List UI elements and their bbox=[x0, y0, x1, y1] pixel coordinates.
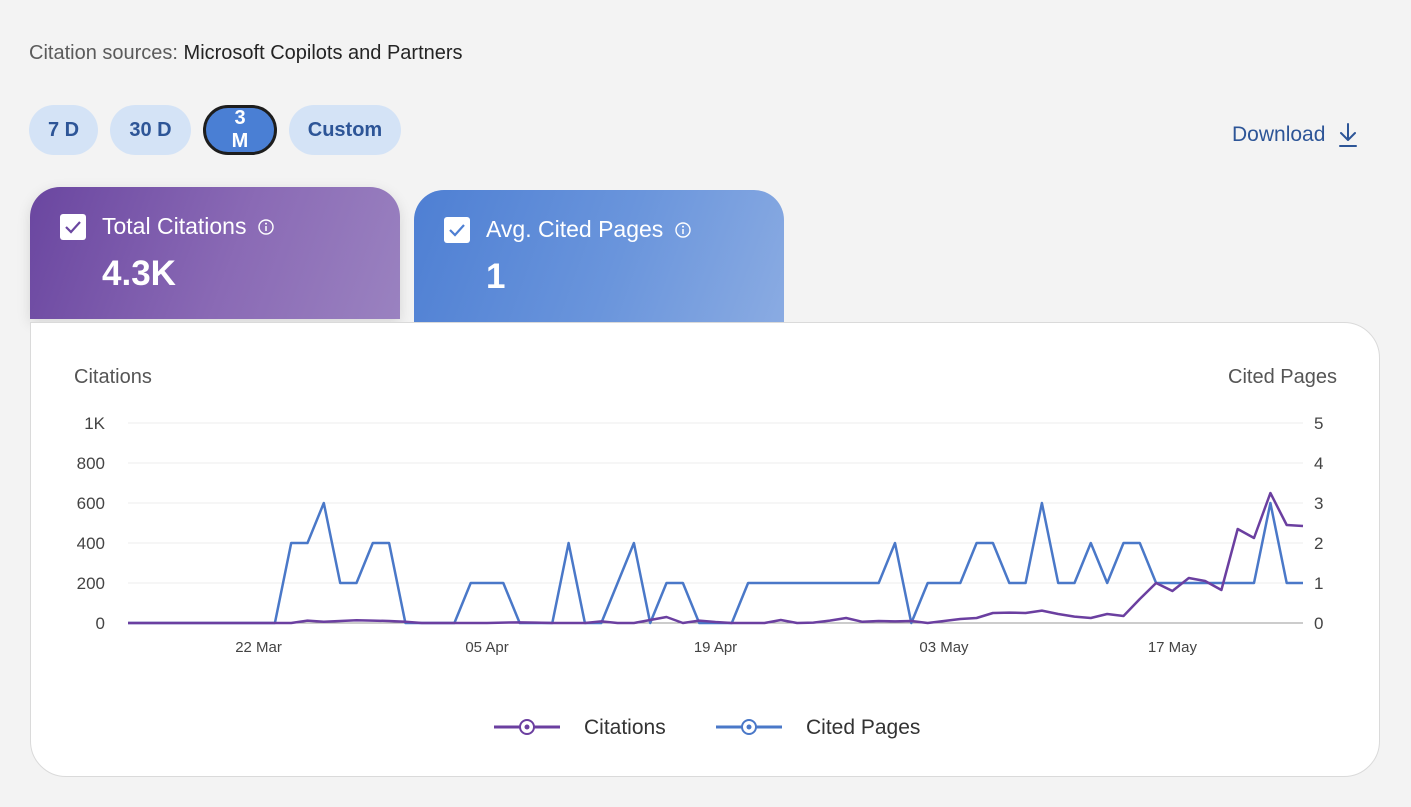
legend-citations[interactable]: Citations bbox=[494, 716, 666, 739]
x-tick-label: 19 Apr bbox=[694, 639, 737, 656]
chart-panel: Citations Cited Pages 0 200 400 600 800 1K 0 1… bbox=[30, 322, 1380, 777]
legend-label: Citations bbox=[584, 716, 666, 739]
date-range-selector: 7 D 30 D 3 M Custom bbox=[29, 105, 401, 155]
download-label: Download bbox=[1232, 123, 1326, 146]
chart-legend: Citations Cited Pages bbox=[494, 716, 920, 739]
download-icon bbox=[1339, 123, 1358, 147]
left-tick-label: 400 bbox=[77, 534, 105, 553]
legend-marker-dot bbox=[524, 724, 530, 730]
citation-sources: Citation sources: Microsoft Copilots and… bbox=[29, 42, 463, 65]
range-custom-button[interactable]: Custom bbox=[289, 105, 401, 155]
citation-sources-value: Microsoft Copilots and Partners bbox=[183, 42, 463, 64]
right-tick-label: 0 bbox=[1314, 614, 1323, 633]
left-tick-label: 600 bbox=[77, 494, 105, 513]
total-citations-checkbox[interactable] bbox=[60, 213, 86, 240]
avg-cited-pages-value: 1 bbox=[486, 257, 506, 296]
range-3m-button[interactable]: 3 M bbox=[203, 105, 277, 155]
x-tick-label: 17 May bbox=[1148, 639, 1198, 656]
total-citations-label: Total Citations bbox=[102, 213, 247, 239]
legend-cited-pages[interactable]: Cited Pages bbox=[716, 716, 920, 739]
info-icon[interactable] bbox=[258, 218, 275, 235]
right-tick-label: 2 bbox=[1314, 534, 1323, 553]
total-citations-value: 4.3K bbox=[102, 254, 176, 293]
avg-cited-pages-checkbox[interactable] bbox=[444, 216, 470, 243]
x-tick-label: 22 Mar bbox=[235, 639, 282, 656]
citation-sources-label: Citation sources: bbox=[29, 42, 178, 64]
left-axis-title: Citations bbox=[74, 366, 152, 388]
info-icon[interactable] bbox=[675, 221, 691, 238]
left-tick-label: 1K bbox=[84, 414, 105, 433]
x-tick-label: 05 Apr bbox=[465, 639, 508, 656]
left-tick-label: 200 bbox=[77, 574, 105, 593]
citations-chart: Citations Cited Pages 0 200 400 600 800 1K 0 1… bbox=[74, 366, 1337, 739]
total-citations-card[interactable]: Total Citations 4.3K bbox=[30, 187, 400, 319]
check-icon bbox=[449, 223, 465, 237]
x-tick-label: 03 May bbox=[919, 639, 969, 656]
check-icon bbox=[65, 220, 81, 234]
range-30d-button[interactable]: 30 D bbox=[110, 105, 191, 155]
legend-label: Cited Pages bbox=[806, 716, 920, 739]
citations-series-line bbox=[128, 491, 1304, 625]
right-tick-label: 3 bbox=[1314, 494, 1323, 513]
download-button[interactable]: Download bbox=[1232, 122, 1358, 148]
avg-cited-pages-card[interactable]: Avg. Cited Pages 1 bbox=[414, 190, 784, 322]
right-tick-label: 5 bbox=[1314, 414, 1323, 433]
legend-marker-dot bbox=[746, 724, 752, 730]
cited-pages-series-line bbox=[128, 501, 1303, 625]
right-tick-label: 1 bbox=[1314, 574, 1323, 593]
left-tick-label: 800 bbox=[77, 454, 105, 473]
range-7d-button[interactable]: 7 D bbox=[29, 105, 98, 155]
right-axis-title: Cited Pages bbox=[1228, 366, 1337, 388]
left-tick-label: 0 bbox=[96, 614, 105, 633]
avg-cited-pages-label: Avg. Cited Pages bbox=[486, 216, 664, 242]
right-tick-label: 4 bbox=[1314, 454, 1323, 473]
